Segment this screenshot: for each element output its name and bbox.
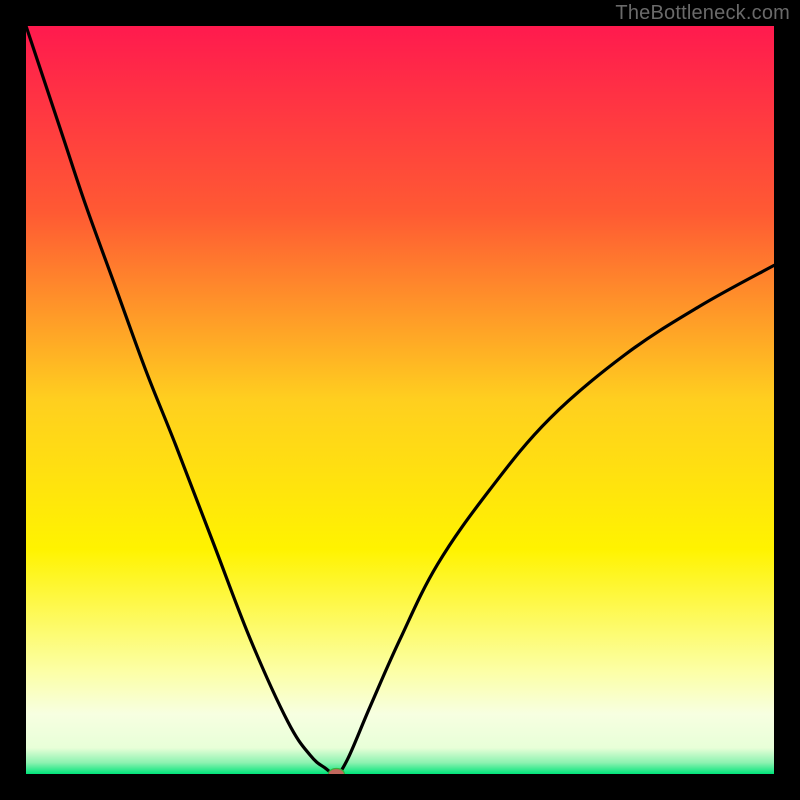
chart-frame (26, 26, 774, 774)
watermark-text: TheBottleneck.com (615, 2, 790, 25)
bottleneck-chart (26, 26, 774, 774)
chart-background (26, 26, 774, 774)
